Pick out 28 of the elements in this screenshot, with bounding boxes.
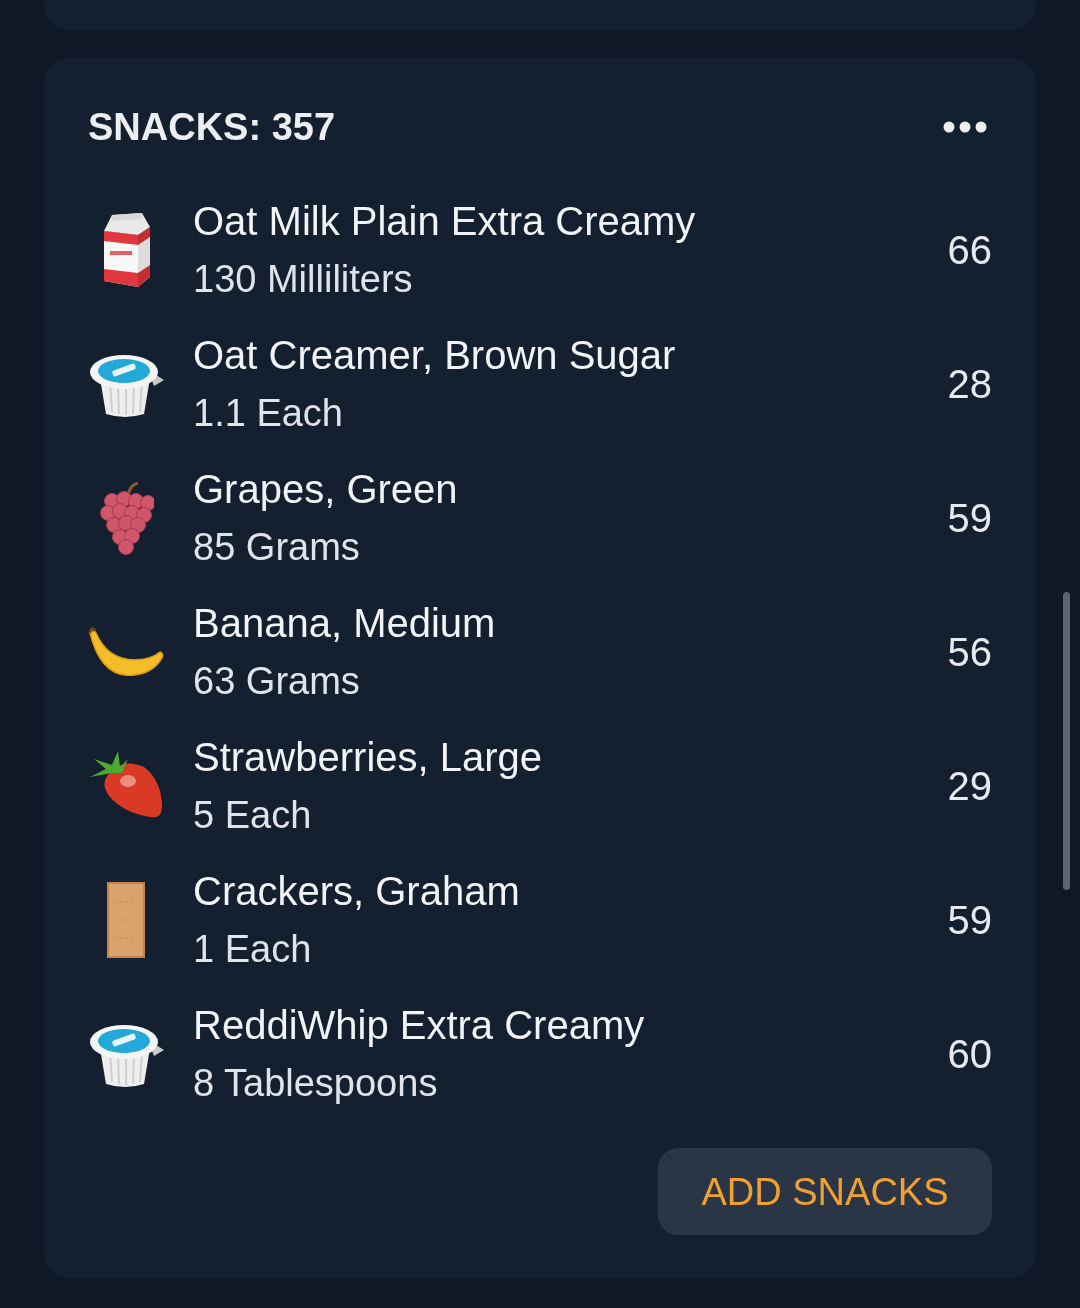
calorie-value: 59 [947,897,992,944]
food-name: Crackers, Graham [193,868,520,915]
serving-amount: 1.1 Each [193,391,343,436]
food-name: Oat Milk Plain Extra Creamy [193,198,696,245]
serving-amount: 85 Grams [193,525,360,570]
food-name: Strawberries, Large [193,734,543,781]
calorie-value: 29 [947,763,992,810]
food-name: Oat Creamer, Brown Sugar [193,332,676,379]
add-snacks-button[interactable]: ADD SNACKS [658,1148,992,1235]
calorie-value: 28 [947,361,992,408]
calorie-value: 60 [947,1031,992,1078]
banana-icon [88,626,164,678]
calorie-value: 66 [947,227,992,274]
more-options-icon[interactable] [943,121,987,133]
cracker-icon [107,882,145,958]
serving-amount: 8 Tablespoons [193,1061,438,1106]
scrollbar[interactable] [1063,592,1070,890]
section-title: SNACKS: 357 [88,105,336,149]
calorie-value: 59 [947,495,992,542]
food-name: Grapes, Green [193,466,458,513]
food-name: Banana, Medium [193,600,496,647]
grapes-icon [98,481,154,555]
serving-amount: 5 Each [193,793,312,838]
serving-amount: 63 Grams [193,659,360,704]
serving-amount: 1 Each [193,927,312,972]
calorie-value: 56 [947,629,992,676]
serving-amount: 130 Milliliters [193,257,413,302]
food-name: ReddiWhip Extra Creamy [193,1002,645,1049]
